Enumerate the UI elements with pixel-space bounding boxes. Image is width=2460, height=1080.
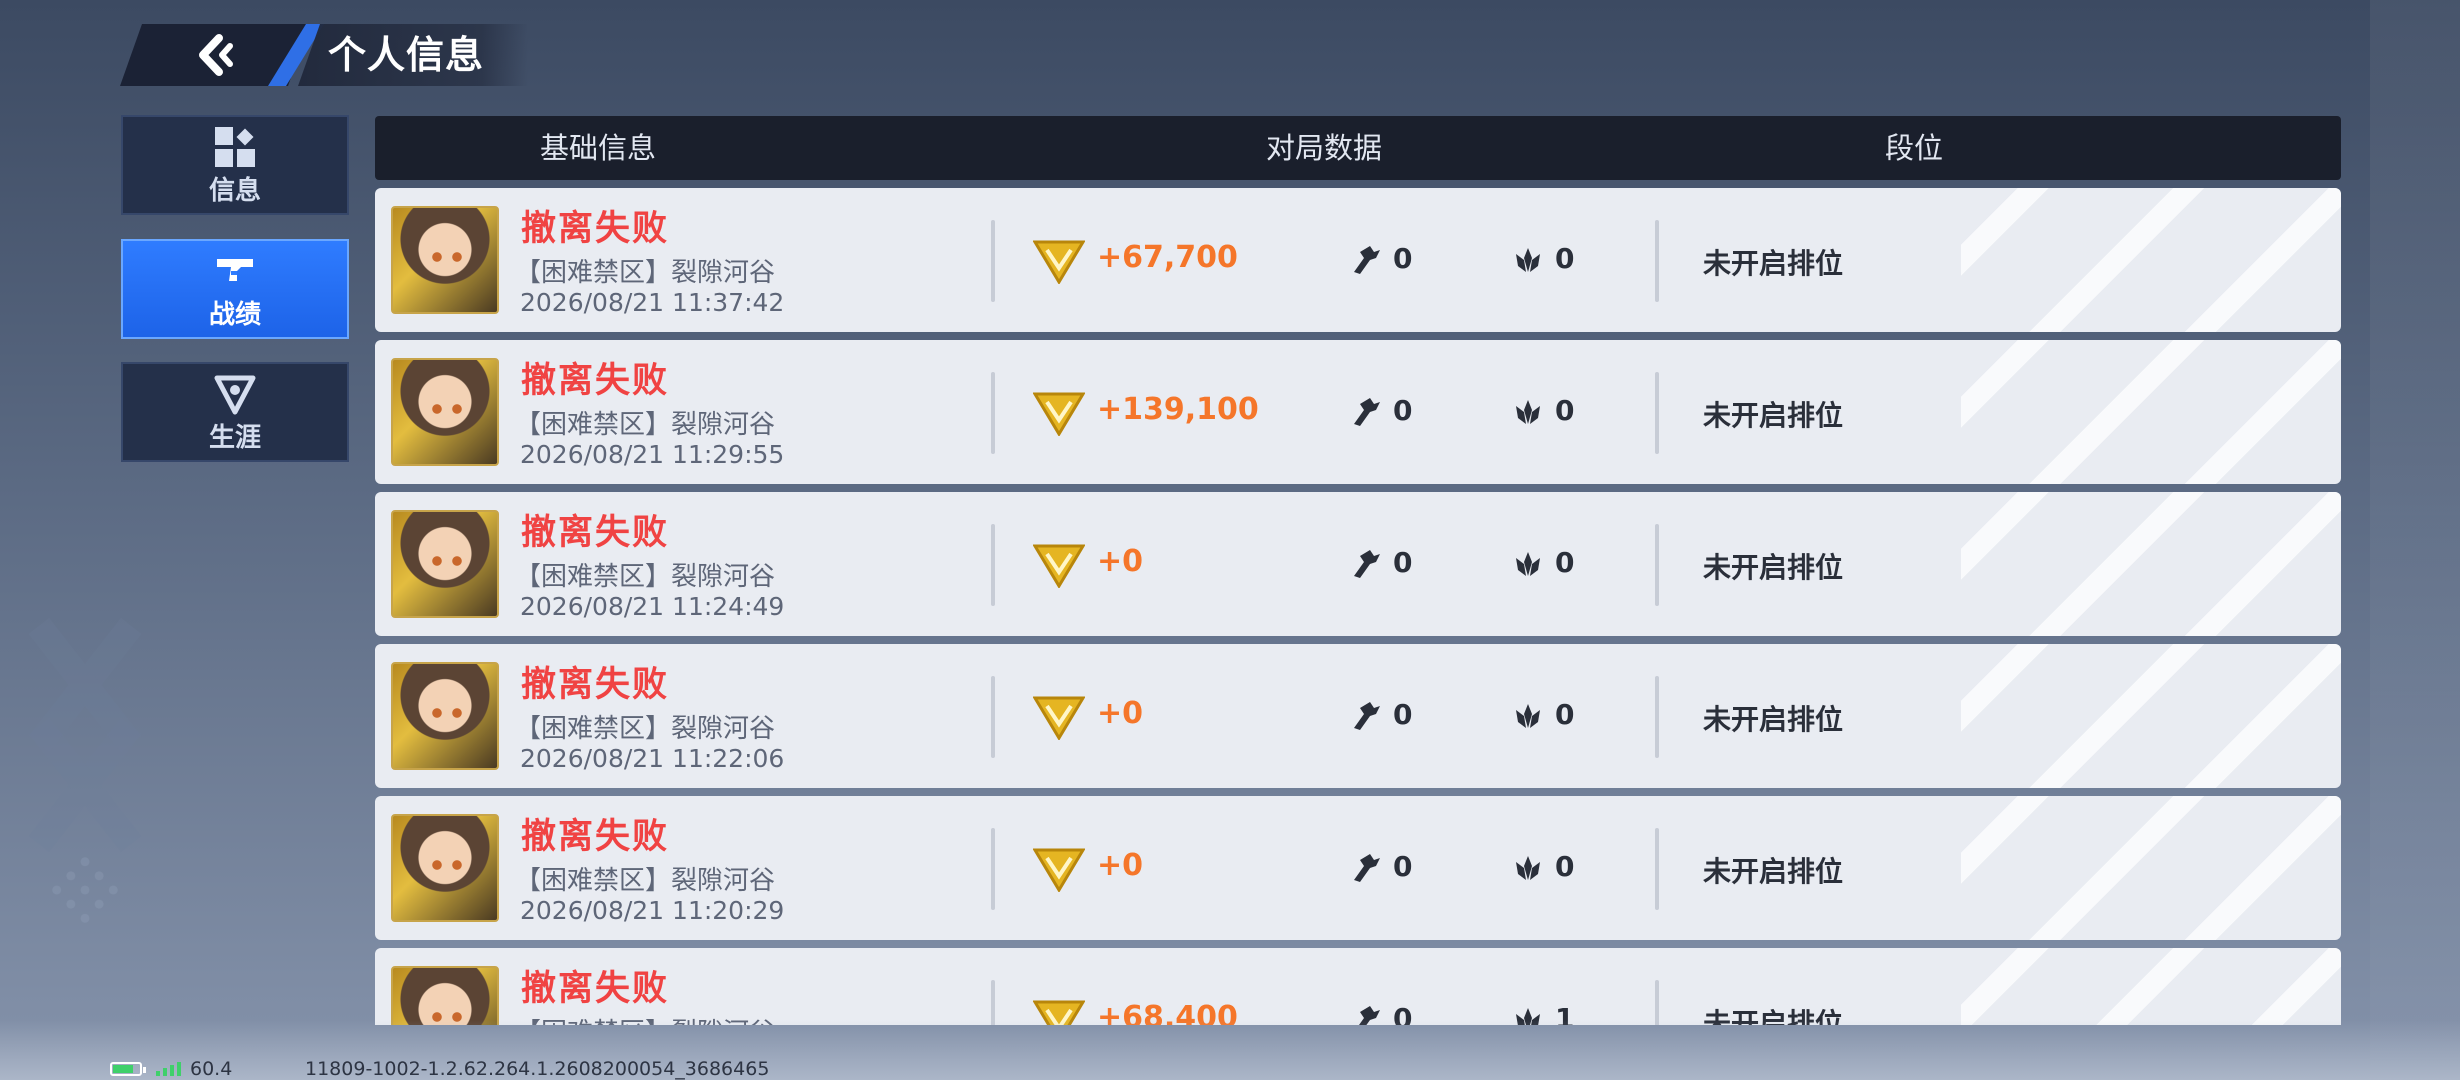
page-title: 个人信息 xyxy=(328,33,485,77)
row-stripe-decoration xyxy=(1961,188,2341,332)
divider xyxy=(991,980,995,1025)
map-name: 【困难禁区】裂隙河谷 xyxy=(515,562,776,592)
kill-count: 0 xyxy=(1393,394,1413,427)
kill-icon xyxy=(1354,246,1380,274)
map-name: 【困难禁区】裂隙河谷 xyxy=(515,258,776,288)
grid-shapes-icon xyxy=(215,127,255,167)
divider xyxy=(1655,524,1659,606)
match-result: 撤离失败 xyxy=(521,817,670,857)
battery-icon xyxy=(110,1062,146,1076)
gold-shield-icon xyxy=(1033,848,1085,892)
rank-status: 未开启排位 xyxy=(1703,703,1844,736)
character-avatar xyxy=(391,510,499,618)
match-time: 2026/08/21 11:29:55 xyxy=(520,440,785,469)
row-stripe-decoration xyxy=(1961,492,2341,636)
assist-count: 0 xyxy=(1555,546,1575,579)
map-name: 【困难禁区】裂隙河谷 xyxy=(515,714,776,744)
gain-value: +0 xyxy=(1097,544,1144,579)
character-avatar xyxy=(391,966,499,1025)
gold-shield-icon xyxy=(1033,544,1085,588)
match-time: 2026/08/21 11:22:06 xyxy=(520,744,785,773)
divider xyxy=(1655,372,1659,454)
kill-count: 0 xyxy=(1393,546,1413,579)
row-stripe-decoration xyxy=(1961,340,2341,484)
kill-icon xyxy=(1354,854,1380,882)
gain-value: +0 xyxy=(1097,848,1144,883)
record-row[interactable]: 撤离失败 【困难禁区】裂隙河谷 2026/08/21 11:24:49 +0 0… xyxy=(375,492,2341,636)
row-stripe-decoration xyxy=(1961,796,2341,940)
signal-icon xyxy=(156,1062,181,1076)
record-list[interactable]: 撤离失败 【困难禁区】裂隙河谷 2026/08/21 11:37:42 +67,… xyxy=(0,185,2460,1025)
divider xyxy=(1655,828,1659,910)
assist-count: 0 xyxy=(1555,850,1575,883)
fps-readout: 60.4 xyxy=(190,1058,233,1080)
match-result: 撤离失败 xyxy=(521,209,670,249)
rank-status: 未开启排位 xyxy=(1703,247,1844,280)
kill-icon xyxy=(1354,398,1380,426)
character-avatar xyxy=(391,358,499,466)
match-result: 撤离失败 xyxy=(521,513,670,553)
column-header-rank: 段位 xyxy=(1885,131,1944,165)
character-avatar xyxy=(391,206,499,314)
divider xyxy=(1655,676,1659,758)
record-row[interactable]: 撤离失败 【困难禁区】裂隙河谷 2026/08/21 11:29:55 +139… xyxy=(375,340,2341,484)
divider xyxy=(1655,980,1659,1025)
row-stripe-decoration xyxy=(1961,644,2341,788)
divider xyxy=(1655,220,1659,302)
match-time: 2026/08/21 11:24:49 xyxy=(520,592,785,621)
match-result: 撤离失败 xyxy=(521,361,670,401)
kill-count: 0 xyxy=(1393,242,1413,275)
divider xyxy=(991,676,995,758)
match-time: 2026/08/21 11:37:42 xyxy=(520,288,785,317)
column-header-match-data: 对局数据 xyxy=(1266,131,1383,165)
assist-icon xyxy=(1516,704,1540,728)
row-stripe-decoration xyxy=(1961,948,2341,1025)
map-name: 【困难禁区】裂隙河谷 xyxy=(515,866,776,896)
character-avatar xyxy=(391,662,499,770)
assist-icon xyxy=(1516,552,1540,576)
kill-count: 0 xyxy=(1393,850,1413,883)
rank-status: 未开启排位 xyxy=(1703,855,1844,888)
page-header: 个人信息 xyxy=(120,24,528,86)
map-name: 【困难禁区】裂隙河谷 xyxy=(515,410,776,440)
record-row[interactable]: 撤离失败 【困难禁区】裂隙河谷 +68,400 0 1 未开启排位 xyxy=(375,948,2341,1025)
rank-status: 未开启排位 xyxy=(1703,399,1844,432)
gain-value: +139,100 xyxy=(1097,392,1259,427)
table-header: 基础信息 对局数据 段位 xyxy=(375,116,2341,180)
divider xyxy=(991,372,995,454)
column-header-basic: 基础信息 xyxy=(540,131,657,165)
divider xyxy=(991,524,995,606)
kill-icon xyxy=(1354,702,1380,730)
assist-icon xyxy=(1516,248,1540,272)
back-arrow-icon xyxy=(192,32,238,78)
kill-count: 0 xyxy=(1393,698,1413,731)
rank-status: 未开启排位 xyxy=(1703,551,1844,584)
gold-shield-icon xyxy=(1033,240,1085,284)
gold-shield-icon xyxy=(1033,696,1085,740)
record-row[interactable]: 撤离失败 【困难禁区】裂隙河谷 2026/08/21 11:22:06 +0 0… xyxy=(375,644,2341,788)
divider xyxy=(991,220,995,302)
match-result: 撤离失败 xyxy=(521,969,670,1009)
assist-icon xyxy=(1516,856,1540,880)
kill-icon xyxy=(1354,550,1380,578)
character-avatar xyxy=(391,814,499,922)
divider xyxy=(991,828,995,910)
record-row[interactable]: 撤离失败 【困难禁区】裂隙河谷 2026/08/21 11:37:42 +67,… xyxy=(375,188,2341,332)
assist-count: 0 xyxy=(1555,242,1575,275)
record-row[interactable]: 撤离失败 【困难禁区】裂隙河谷 2026/08/21 11:20:29 +0 0… xyxy=(375,796,2341,940)
assist-count: 0 xyxy=(1555,698,1575,731)
gold-shield-icon xyxy=(1033,392,1085,436)
assist-count: 0 xyxy=(1555,394,1575,427)
build-version: 11809-1002-1.2.62.264.1.2608200054_36864… xyxy=(305,1058,770,1080)
assist-icon xyxy=(1516,400,1540,424)
gain-value: +0 xyxy=(1097,696,1144,731)
gain-value: +67,700 xyxy=(1097,240,1238,275)
match-result: 撤离失败 xyxy=(521,665,670,705)
match-time: 2026/08/21 11:20:29 xyxy=(520,896,785,925)
